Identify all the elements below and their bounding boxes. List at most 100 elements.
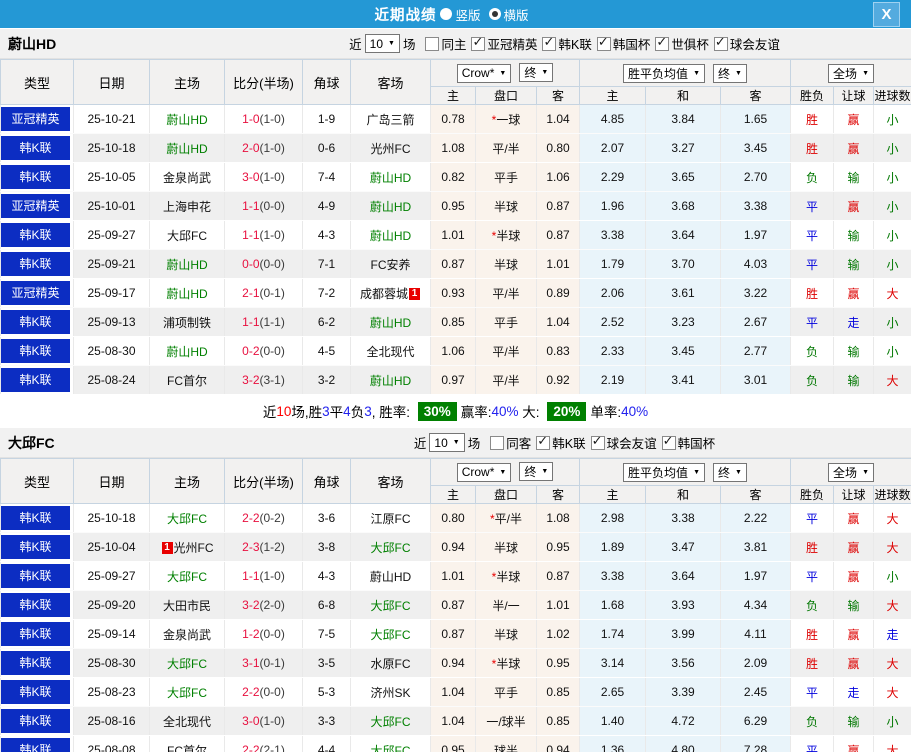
home-team: 金泉尚武 — [149, 619, 225, 649]
handicap-cell: *半球 — [475, 561, 537, 591]
mean-lose-odds: 1.97 — [719, 561, 792, 591]
corner-count: 5-3 — [302, 677, 351, 707]
checkbox-icon: ✓ — [596, 34, 611, 51]
league-filter-checkbox[interactable]: ✓ 世俱杯 — [650, 34, 709, 53]
home-team: 金泉尚武 — [149, 162, 225, 192]
league-type-badge: 韩K联 — [1, 252, 70, 276]
home-team: 浦项制铁 — [149, 307, 225, 337]
result-goals: 大 — [873, 648, 911, 678]
corner-count: 3-5 — [302, 648, 351, 678]
mean-win-odds: 2.29 — [579, 162, 646, 192]
result-scope-header: 全场 ▼ — [790, 458, 911, 486]
mean-lose-odds: 2.77 — [719, 336, 792, 366]
league-type-badge: 韩K联 — [1, 535, 70, 559]
fulltime-score: 0-0 — [242, 257, 260, 271]
near-label: 近 — [349, 38, 362, 52]
league-type-badge: 亚冠精英 — [1, 194, 70, 218]
league-type-cell: 韩K联 — [0, 249, 74, 279]
same-venue-checkbox[interactable]: 同主 — [418, 34, 466, 53]
team-name-text: 大邱FC — [167, 228, 207, 243]
layout-radio-vertical[interactable]: 竖版 — [440, 5, 481, 24]
section-header: 蔚山HD 近 10 ▼ 场同主 ✓ 亚冠精英 ✓ 韩K联 ✓ 韩国杯 ✓ 世俱杯 ✓ 球会友谊 — [0, 28, 911, 59]
close-button[interactable]: X — [873, 2, 900, 27]
checkbox-label: 世俱杯 — [671, 38, 709, 52]
league-filter-checkbox[interactable]: ✓ 韩K联 — [531, 433, 586, 452]
away-team: 蔚山HD — [350, 162, 431, 192]
halftime-score: (2-0) — [259, 598, 285, 612]
match-date: 25-08-16 — [73, 706, 150, 736]
mean-final-select[interactable]: 终 ▼ — [713, 462, 747, 482]
mean-final-select-value: 终 — [718, 66, 731, 81]
team-name-text: 水原FC — [370, 656, 411, 671]
mean-win-odds: 4.85 — [579, 104, 646, 134]
team-name-text: 蔚山HD — [369, 199, 412, 214]
layout-radio-horizontal[interactable]: 横版 — [488, 5, 529, 24]
games-count-select[interactable]: 10 ▼ — [364, 34, 400, 53]
match-date: 25-09-13 — [73, 307, 150, 337]
match-scope-select[interactable]: 全场 ▼ — [828, 63, 874, 83]
odds-final-select[interactable]: 终 ▼ — [519, 63, 554, 83]
mean-lose-odds: 2.09 — [719, 648, 792, 678]
home-team: 1 光州FC — [149, 532, 225, 562]
team-name-text: FC首尔 — [167, 743, 207, 752]
team-name-text: 成都蓉城 — [359, 286, 408, 301]
match-scope-select[interactable]: 全场 ▼ — [828, 462, 874, 482]
team-name: 蔚山HD — [8, 35, 57, 52]
home-odds: 1.04 — [430, 677, 476, 707]
mean-lose-odds: 4.34 — [719, 590, 792, 620]
league-filter-checkbox[interactable]: ✓ 球会友谊 — [709, 34, 780, 53]
team-name-text: FC首尔 — [167, 373, 207, 388]
result-goals: 小 — [873, 307, 911, 337]
halftime-score: (0-2) — [259, 511, 285, 525]
fulltime-score: 3-2 — [242, 373, 260, 387]
column-header: 角球 — [302, 59, 351, 105]
chevron-down-icon: ▼ — [693, 468, 700, 476]
result-outcome: 平 — [790, 307, 835, 337]
league-type-badge: 韩K联 — [1, 709, 70, 733]
league-filter-checkbox[interactable]: ✓ 韩国杯 — [657, 433, 716, 452]
result-handicap: 赢 — [833, 191, 875, 221]
home-odds: 0.80 — [430, 503, 476, 533]
red-card-badge: 1 — [409, 287, 420, 300]
sub-column-header: 主 — [430, 485, 476, 504]
away-odds: 1.04 — [536, 307, 580, 337]
sub-column-header: 主 — [579, 86, 646, 105]
fulltime-score: 0-2 — [242, 344, 260, 358]
halftime-score: (0-1) — [259, 286, 285, 300]
odds-source-select[interactable]: Crow* ▼ — [456, 462, 512, 482]
mean-odds-select[interactable]: 胜平负均值 ▼ — [623, 63, 705, 83]
mean-final-select[interactable]: 终 ▼ — [713, 63, 747, 83]
summary-text: 30% — [417, 401, 457, 421]
league-filter-checkbox[interactable]: ✓ 韩K联 — [537, 33, 592, 53]
handicap-text: 平手 — [493, 685, 518, 700]
odds-source-select[interactable]: Crow* ▼ — [456, 63, 512, 83]
checkbox-icon: ✓ — [471, 34, 486, 51]
games-count-select[interactable]: 10 ▼ — [429, 433, 465, 452]
score-cell: 2-2(0-2) — [224, 503, 303, 533]
handicap-text: 半球 — [496, 656, 521, 671]
handicap-text: 半球 — [496, 228, 521, 243]
home-team: 大邱FC — [149, 648, 225, 678]
score-cell: 1-1(0-0) — [224, 191, 303, 221]
score-cell: 2-1(0-1) — [224, 278, 303, 308]
chevron-down-icon: ▼ — [693, 69, 700, 77]
league-filter-checkbox[interactable]: ✓ 亚冠精英 — [466, 34, 537, 53]
league-filter-checkbox[interactable]: ✓ 球会友谊 — [586, 433, 657, 452]
odds-final-select[interactable]: 终 ▼ — [519, 462, 554, 482]
mean-draw-odds: 3.64 — [645, 561, 721, 591]
check-icon: ✓ — [543, 33, 555, 49]
mean-win-odds: 2.07 — [579, 133, 646, 163]
same-venue-checkbox[interactable]: 同客 — [483, 433, 531, 452]
checkbox-label: 韩国杯 — [677, 437, 716, 451]
odds-source-header: Crow* ▼ 终 ▼ — [430, 59, 580, 87]
match-date: 25-09-20 — [73, 590, 150, 620]
mean-draw-odds: 3.23 — [645, 307, 721, 337]
result-goals: 大 — [873, 590, 911, 620]
result-outcome: 负 — [790, 590, 835, 620]
summary-text: 赢率: — [460, 405, 492, 420]
result-outcome: 胜 — [790, 104, 835, 134]
radio-vertical-label: 竖版 — [455, 8, 481, 23]
league-type-badge: 韩K联 — [1, 368, 70, 392]
mean-odds-select[interactable]: 胜平负均值 ▼ — [623, 462, 705, 482]
league-filter-checkbox[interactable]: ✓ 韩国杯 — [592, 34, 650, 53]
